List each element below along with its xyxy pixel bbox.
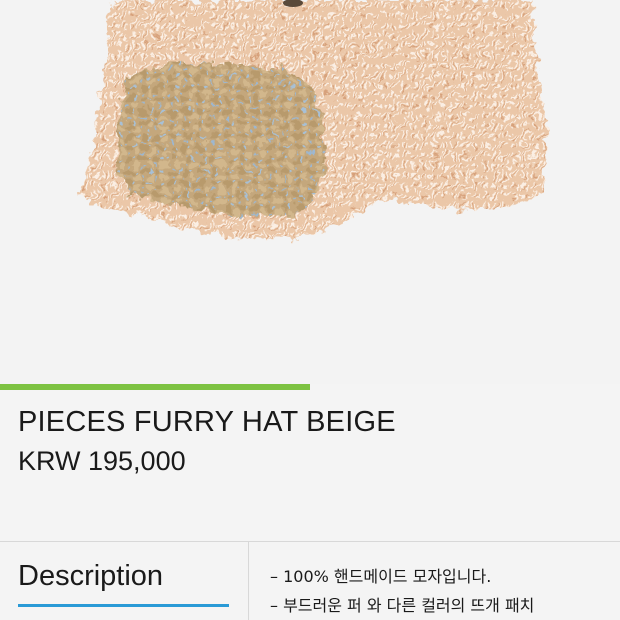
product-page: PIECES FURRY HAT BEIGE KRW 195,000 Descr… (0, 0, 620, 620)
product-info: PIECES FURRY HAT BEIGE KRW 195,000 (0, 390, 620, 540)
tab-description[interactable]: Description (0, 542, 248, 620)
column-divider (248, 542, 249, 620)
product-image[interactable] (0, 0, 620, 384)
tab-active-underline (18, 604, 229, 607)
product-name: PIECES FURRY HAT BEIGE (18, 406, 396, 438)
product-price: KRW 195,000 (18, 446, 186, 476)
description-content: – 100% 핸드메이드 모자입니다. – 부드러운 퍼 와 다른 컬러의 뜨개… (270, 562, 610, 620)
tab-description-label: Description (18, 560, 164, 592)
description-line: – 부드러운 퍼 와 다른 컬러의 뜨개 패치 (270, 596, 535, 615)
description-line: – 100% 핸드메이드 모자입니다. (270, 567, 492, 586)
hat-image-graphic (0, 0, 620, 384)
